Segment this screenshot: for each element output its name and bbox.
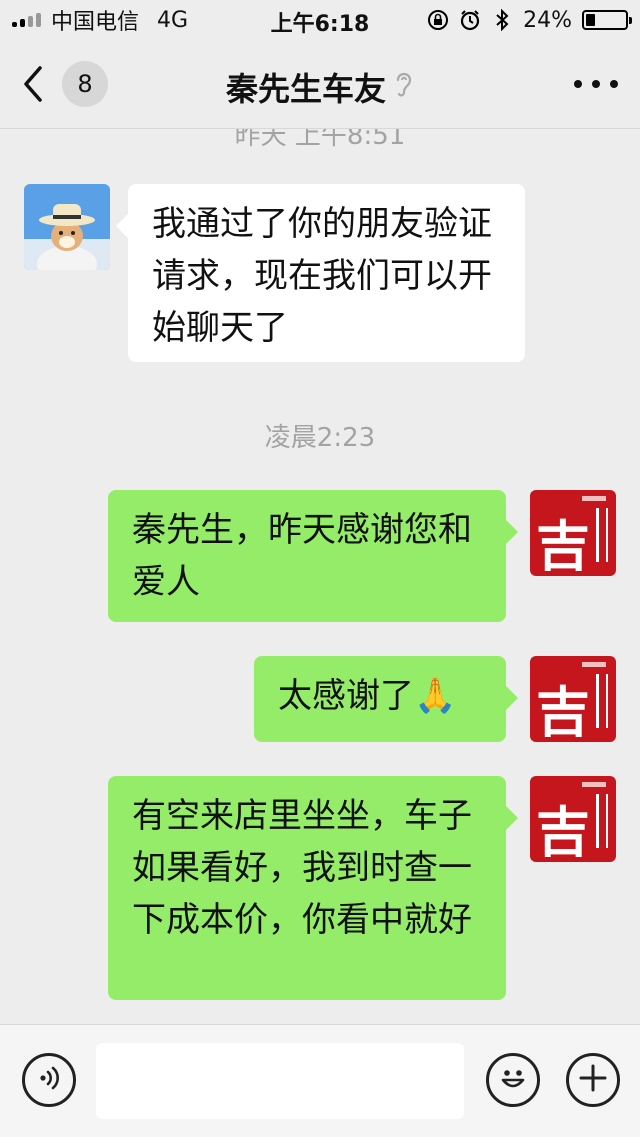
message-input[interactable] [96, 1043, 464, 1119]
message-bubble[interactable]: 太感谢了🙏 [254, 656, 518, 742]
battery-icon [582, 10, 632, 30]
voice-button[interactable] [22, 1053, 76, 1107]
voice-icon [34, 1063, 64, 1097]
message-bubble[interactable]: 秦先生，昨天感谢您和爱人 [108, 490, 518, 622]
message-text: 我通过了你的朋友验证请求，现在我们可以开始聊天了 [152, 204, 492, 348]
chat-title-text: 秦先生车友 [225, 70, 386, 108]
message-text: 太感谢了🙏 [278, 676, 457, 716]
bluetooth-icon [491, 9, 513, 31]
input-bar [0, 1024, 640, 1137]
message-text: 有空来店里坐坐，车子如果看好，我到时查一下成本价，你看中就好 [132, 796, 472, 940]
emoji-icon [493, 1058, 533, 1102]
add-button[interactable] [566, 1053, 620, 1107]
message-bubble[interactable]: 我通过了你的朋友验证请求，现在我们可以开始聊天了 [116, 184, 525, 362]
plus-icon [576, 1061, 610, 1099]
self-avatar[interactable]: 吉 [530, 656, 616, 742]
self-avatar[interactable]: 吉 [530, 490, 616, 576]
emoji-button[interactable] [486, 1053, 540, 1107]
status-right: 24% [427, 6, 632, 34]
chat-area[interactable]: 昨天 上午8:51 我通过了你的朋友验证请求，现在我们可以开始聊天了 凌晨2:2… [0, 129, 640, 1024]
contact-avatar[interactable] [24, 184, 110, 270]
message-text: 秦先生，昨天感谢您和爱人 [132, 510, 472, 602]
avatar-char: 吉 [536, 680, 590, 742]
avatar-char: 吉 [536, 800, 590, 862]
timestamp: 凌晨2:23 [264, 423, 376, 453]
alarm-icon [459, 9, 481, 31]
nav-bar: 8 秦先生车友 [0, 40, 640, 129]
message-bubble[interactable]: 有空来店里坐坐，车子如果看好，我到时查一下成本价，你看中就好 [108, 776, 518, 1000]
ear-icon [394, 68, 414, 106]
timestamp: 昨天 上午8:51 [234, 129, 406, 151]
battery-percent: 24% [523, 7, 572, 33]
battery-fill [586, 14, 595, 26]
rotation-lock-icon [427, 9, 449, 31]
more-icon[interactable] [574, 70, 618, 98]
status-bar: 中国电信 4G 上午6:18 24% [0, 0, 640, 40]
avatar-char: 吉 [536, 514, 590, 576]
chat-title: 秦先生车友 [0, 64, 640, 110]
self-avatar[interactable]: 吉 [530, 776, 616, 862]
